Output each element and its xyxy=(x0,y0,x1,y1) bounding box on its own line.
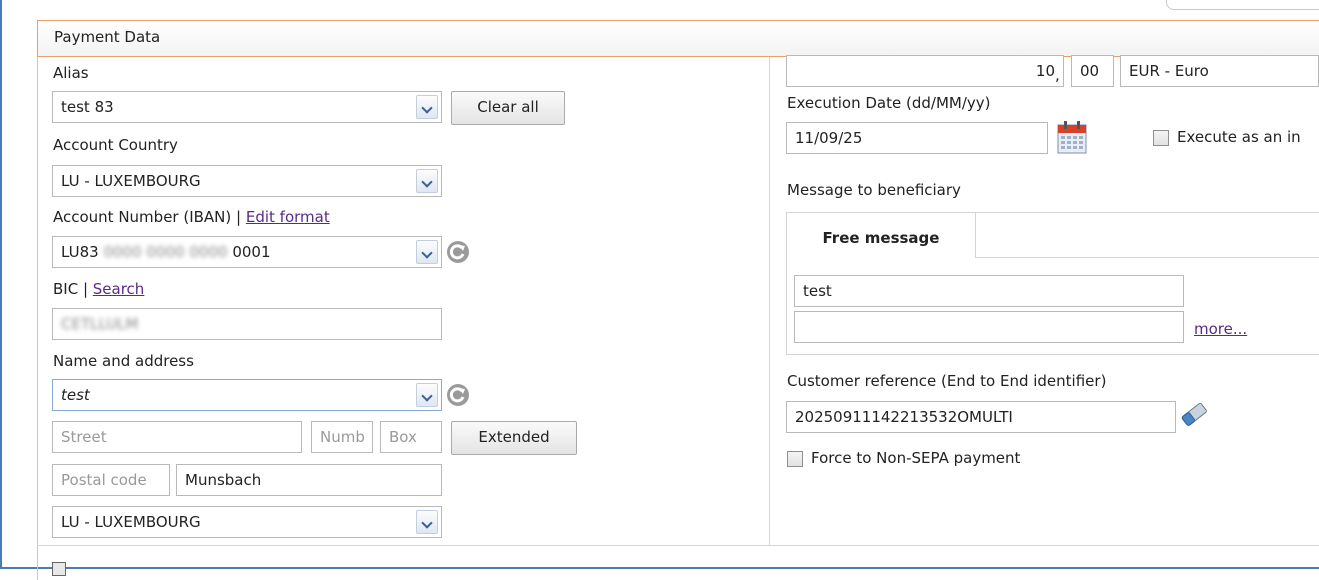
city-input[interactable]: Munsbach xyxy=(176,464,442,496)
execute-instant-label: Execute as an in xyxy=(1177,128,1301,146)
iban-blurred: 0000 0000 0000 xyxy=(103,243,228,261)
iban-select[interactable]: LU83 0000 0000 0000 0001 xyxy=(52,236,442,268)
column-divider xyxy=(769,57,770,545)
amount-decimal-input[interactable]: 00 xyxy=(1071,55,1114,87)
calendar-icon[interactable] xyxy=(1057,120,1087,154)
amount-separator: , xyxy=(1055,66,1060,84)
bic-value: CETLLULM xyxy=(61,315,139,333)
message-line2-input[interactable] xyxy=(794,311,1184,343)
panel-title: Payment Data xyxy=(37,20,1319,57)
chevron-down-icon[interactable] xyxy=(416,169,438,193)
update-beneficiary-checkbox[interactable] xyxy=(52,562,66,576)
account-country-label: Account Country xyxy=(53,136,178,154)
top-tab-fragment xyxy=(1166,0,1319,10)
execution-date-input[interactable]: 11/09/25 xyxy=(786,122,1048,154)
postal-code-input[interactable]: Postal code xyxy=(52,464,170,496)
execute-instant-checkbox[interactable] xyxy=(1153,130,1169,146)
bottom-divider xyxy=(38,545,1319,546)
bic-label-text: BIC | xyxy=(53,280,93,298)
chevron-down-icon[interactable] xyxy=(416,510,438,534)
street-input[interactable]: Street xyxy=(52,421,302,453)
account-country-value: LU - LUXEMBOURG xyxy=(61,172,201,190)
number-input[interactable]: Numb xyxy=(311,421,373,453)
chevron-down-icon[interactable] xyxy=(416,240,438,264)
chevron-down-icon[interactable] xyxy=(416,383,438,407)
iban-prefix: LU83 xyxy=(61,243,99,261)
box-input[interactable]: Box xyxy=(380,421,442,453)
currency-select[interactable]: EUR - Euro xyxy=(1120,55,1319,87)
execution-date-label: Execution Date (dd/MM/yy) xyxy=(787,94,991,112)
alias-label: Alias xyxy=(53,64,89,82)
account-country-select[interactable]: LU - LUXEMBOURG xyxy=(52,165,442,197)
iban-label: Account Number (IBAN) | Edit format xyxy=(53,208,330,226)
name-address-label: Name and address xyxy=(53,352,194,370)
name-select[interactable]: test xyxy=(52,379,442,411)
message-line1-input[interactable]: test xyxy=(794,275,1184,307)
force-non-sepa-label: Force to Non-SEPA payment xyxy=(811,449,1021,467)
amount-integer-input[interactable]: 10 xyxy=(786,55,1064,87)
edit-format-link[interactable]: Edit format xyxy=(246,208,330,226)
eraser-icon[interactable] xyxy=(1178,400,1210,428)
clear-all-button[interactable]: Clear all xyxy=(451,91,565,125)
tab-underline xyxy=(975,257,1319,258)
customer-ref-label: Customer reference (End to End identifie… xyxy=(787,372,1107,390)
address-country-value: LU - LUXEMBOURG xyxy=(61,513,201,531)
extended-button[interactable]: Extended xyxy=(451,421,577,455)
refresh-icon[interactable] xyxy=(446,383,470,407)
bic-label: BIC | Search xyxy=(53,280,144,298)
chevron-down-icon[interactable] xyxy=(416,95,438,119)
message-label: Message to beneficiary xyxy=(787,181,961,199)
customer-ref-input[interactable]: 20250911142213532OMULTI xyxy=(786,401,1176,433)
force-non-sepa-checkbox[interactable] xyxy=(787,451,803,467)
bic-field[interactable]: CETLLULM xyxy=(52,308,442,340)
alias-select[interactable]: test 83 xyxy=(52,91,442,123)
alias-value: test 83 xyxy=(61,98,114,116)
tab-free-message[interactable]: Free message xyxy=(786,212,976,258)
iban-label-text: Account Number (IBAN) | xyxy=(53,208,246,226)
bic-search-link[interactable]: Search xyxy=(93,280,145,298)
iban-suffix: 0001 xyxy=(232,243,271,261)
refresh-icon[interactable] xyxy=(446,240,470,264)
name-value: test xyxy=(61,386,90,404)
more-link[interactable]: more... xyxy=(1194,320,1247,338)
address-country-select[interactable]: LU - LUXEMBOURG xyxy=(52,506,442,538)
